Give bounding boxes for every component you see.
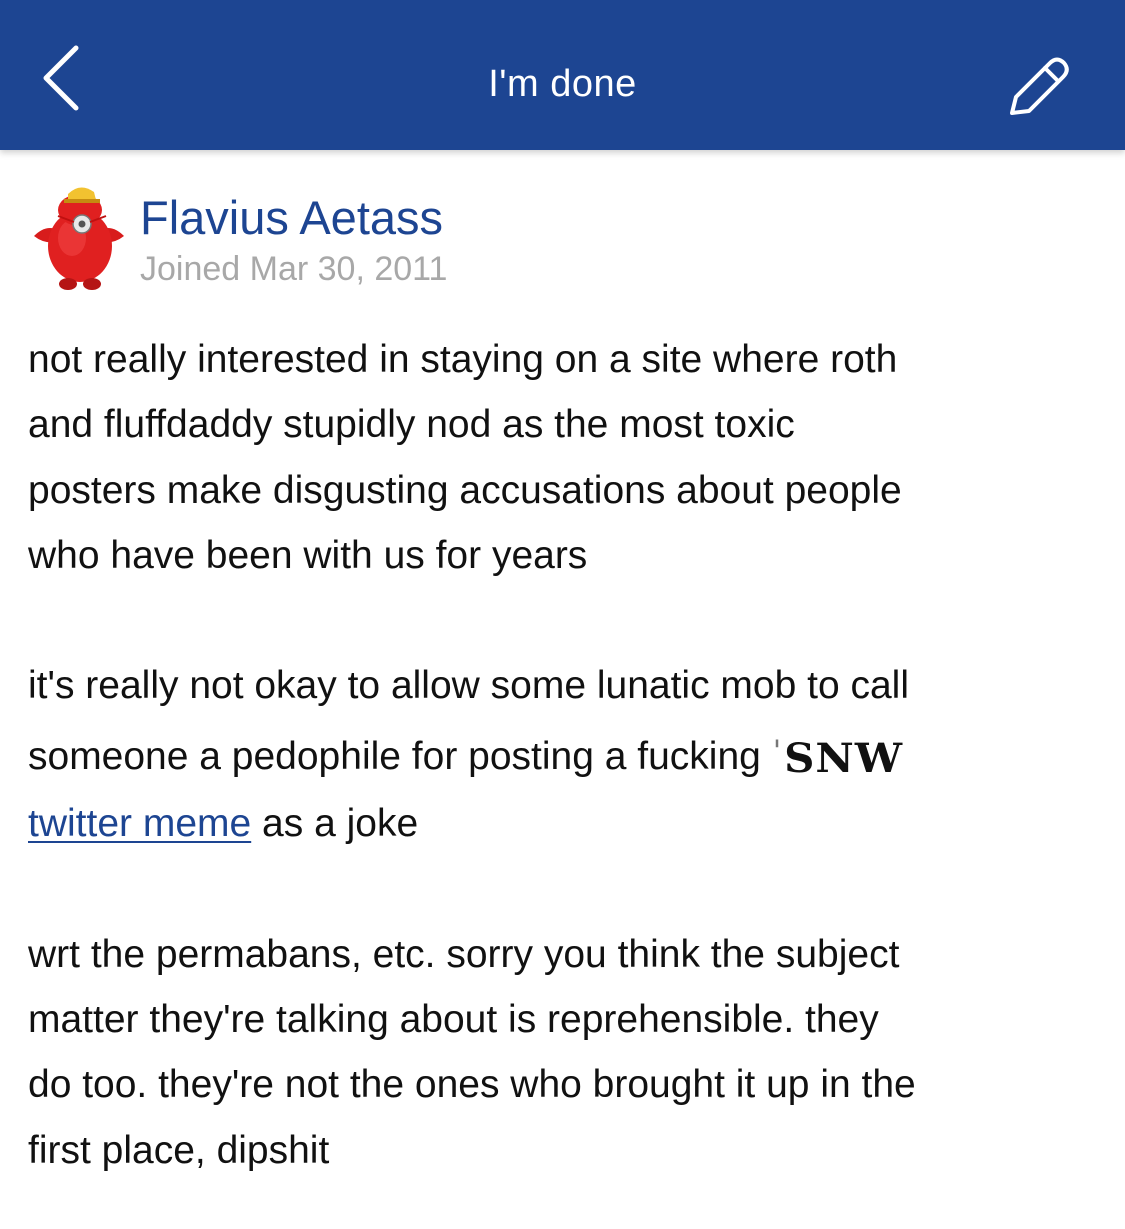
author-name[interactable]: Flavius Aetass (140, 190, 443, 246)
post-text-line: not really interested in staying on a si… (28, 338, 898, 381)
post-text-line: someone a pedophile for posting a fuckin… (28, 719, 1103, 791)
post-text-line: posters make disgusting accusations abou… (28, 468, 902, 512)
post-text-line: twitter meme as a joke (28, 791, 1103, 856)
avatar[interactable] (28, 180, 130, 292)
pencil-icon (1010, 57, 1069, 115)
post-text-line: it's really not okay to allow some lunat… (28, 664, 910, 708)
post-paragraph: wrt the permabans, etc. sorry you think … (28, 922, 1103, 1183)
post-header: Flavius Aetass Joined Mar 30, 2011 (28, 180, 1098, 295)
post-text-segment: as a joke (251, 802, 419, 846)
post-text-line: who have been with us for years (28, 533, 588, 577)
post-paragraph: it's really not okay to allow some lunat… (28, 653, 1103, 856)
emoji-tick-mark: ' (772, 734, 783, 769)
emoji-label: SNW (784, 734, 903, 782)
top-nav-bar: I'm done (0, 0, 1125, 150)
page-title: I'm done (488, 63, 637, 105)
post-text-line: do too. they're not the ones who brought… (28, 1063, 916, 1107)
post-text-line: matter they're talking about is reprehen… (28, 997, 879, 1041)
post-text-line: first place, dipshit (28, 1128, 330, 1172)
post-text-line: and fluffdaddy stupidly nod as the most … (28, 403, 795, 447)
avatar-image (34, 187, 124, 290)
post-body: not really interested in staying on a si… (28, 327, 1103, 1183)
post-paragraph: not really interested in staying on a si… (28, 327, 1103, 588)
compose-button[interactable] (1000, 45, 1080, 125)
twitter-meme-link[interactable]: twitter meme (28, 802, 251, 845)
post-text-line: wrt the permabans, etc. sorry you think … (28, 932, 900, 976)
snw-emoji-icon: 'SNW (773, 721, 903, 790)
join-date: Joined Mar 30, 2011 (140, 250, 448, 288)
post-text-segment: someone a pedophile for posting a fuckin… (28, 734, 761, 778)
